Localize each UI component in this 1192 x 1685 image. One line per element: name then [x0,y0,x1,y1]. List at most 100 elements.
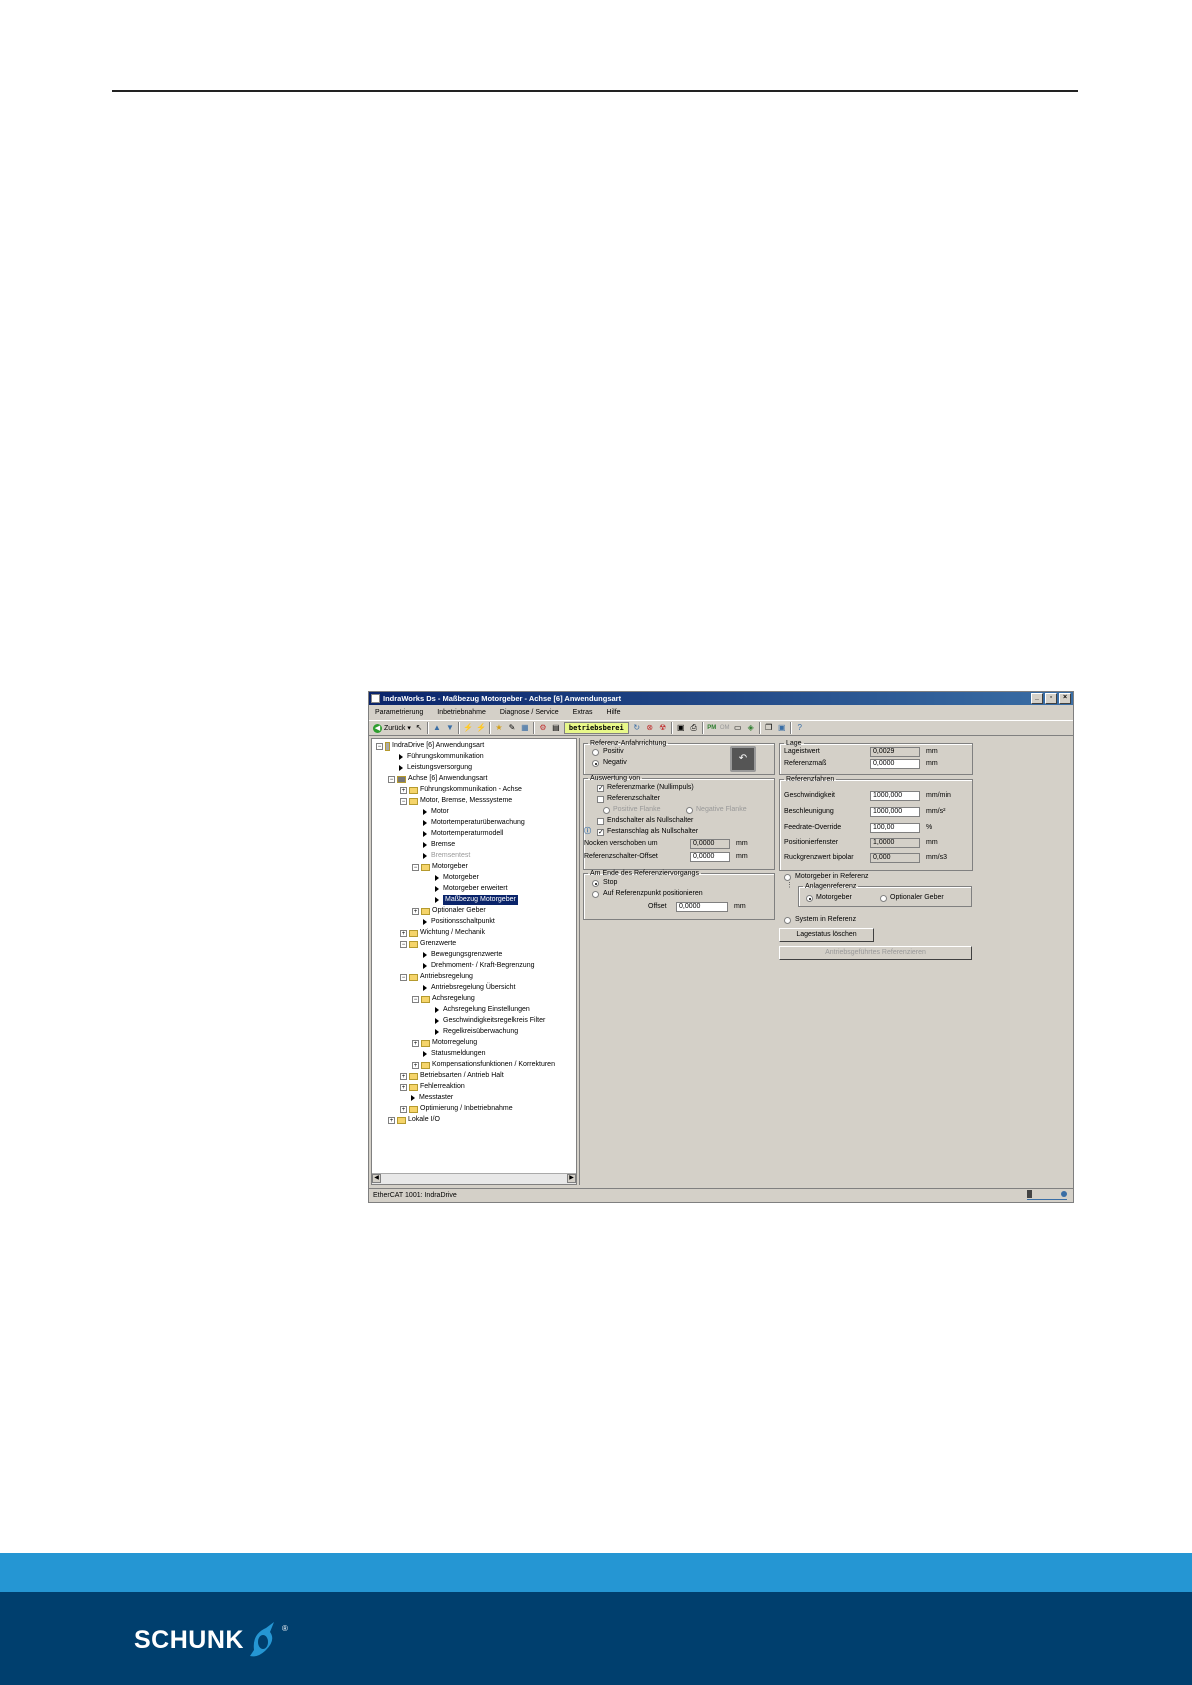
tools-icon[interactable]: ✎ [507,723,517,733]
tree-item[interactable]: Motorgeber [424,873,479,883]
tree-item[interactable]: Positionsschaltpunkt [412,917,495,927]
tree-item[interactable]: Geschwindigkeitsregelkreis Filter [424,1016,545,1026]
collapse-icon[interactable]: − [412,863,419,871]
expand-icon[interactable]: + [400,1105,407,1113]
collapse-icon[interactable]: − [400,973,407,981]
tree-item[interactable]: + Fehlerreaktion [400,1082,465,1092]
offline-icon[interactable]: ⚡ [476,723,486,733]
tree-item[interactable]: − Achsregelung [412,994,475,1004]
expand-icon[interactable]: + [412,1061,419,1069]
tree-item[interactable]: Achsregelung Einstellungen [424,1005,530,1015]
switch-offset-field[interactable]: 0,0000 [690,852,730,862]
tree-item[interactable]: Bewegungsgrenzwerte [412,950,502,960]
collapse-icon[interactable]: − [412,995,419,1003]
negative-radio[interactable] [592,760,599,767]
stop-radio[interactable] [592,880,599,887]
override-field[interactable]: 100,00 [870,823,920,833]
positive-edge-radio[interactable] [603,807,610,814]
expand-icon[interactable]: + [400,786,407,794]
upload-icon[interactable]: ▲ [432,723,442,733]
negative-edge-radio[interactable] [686,807,693,814]
ref-switch-checkbox[interactable] [597,796,604,803]
expand-icon[interactable]: + [412,1039,419,1047]
tree-horizontal-scrollbar[interactable]: ◀ ▶ [372,1173,576,1184]
expand-icon[interactable]: + [388,1116,395,1124]
project-tree[interactable]: − IndraDrive [6] Anwendungsart Führungskom… [371,738,577,1185]
tree-item[interactable]: − IndraDrive [6] Anwendungsart [376,741,484,751]
collapse-icon[interactable]: − [400,797,407,805]
optional-encoder-radio[interactable] [880,895,887,902]
offset-field[interactable]: 0,0000 [676,902,728,912]
menu-extras[interactable]: Extras [573,709,593,716]
settings-icon[interactable]: ⚙ [538,723,548,733]
tree-item[interactable]: Führungskommunikation [388,752,484,762]
alarm-icon[interactable]: ☢ [658,723,668,733]
tree-item[interactable]: − Achse [6] Anwendungsart [388,774,487,784]
expand-icon[interactable]: + [400,1083,407,1091]
go-to-point-radio[interactable] [592,891,599,898]
tree-item[interactable]: + Wichtung / Mechanik [400,928,485,938]
reference-direction-icon[interactable]: ↶ [730,746,756,772]
collapse-icon[interactable]: − [388,775,395,783]
tree-item[interactable]: Motorgeber erweitert [424,884,508,894]
end-switch-checkbox[interactable] [597,818,604,825]
menu-inbetriebnahme[interactable]: Inbetriebnahme [437,709,486,716]
fixed-stop-checkbox[interactable]: ✓ [597,829,604,836]
tree-item[interactable]: + Lokale I/O [388,1115,440,1125]
table-icon[interactable]: ▦ [520,723,530,733]
menu-diagnose-service[interactable]: Diagnose / Service [500,709,559,716]
tree-item[interactable]: Messtaster [400,1093,453,1103]
expand-icon[interactable]: + [400,1072,407,1080]
bb-icon[interactable]: ▭ [733,723,743,733]
ref-mark-checkbox[interactable]: ✓ [597,785,604,792]
scroll-right-icon[interactable]: ▶ [567,1174,576,1183]
tree-item[interactable]: Bremse [412,840,455,850]
ref-dimension-field[interactable]: 0,0000 [870,759,920,769]
tree-item[interactable]: Leistungsversorgung [388,763,472,773]
tree-item[interactable]: − Antriebsregelung [400,972,473,982]
collapse-icon[interactable]: − [376,742,383,750]
tree-item[interactable]: Drehmoment- / Kraft-Begrenzung [412,961,535,971]
stop-icon[interactable]: ⊗ [645,723,655,733]
expand-icon[interactable]: + [400,929,407,937]
tree-item[interactable]: + Optionaler Geber [412,906,486,916]
tree-item[interactable]: + Betriebsarten / Antrieb Halt [400,1071,504,1081]
positive-radio[interactable] [592,749,599,756]
om-mode-button[interactable]: OM [720,723,730,733]
tree-item[interactable]: Regelkreisüberwachung [424,1027,518,1037]
drive-controlled-homing-button[interactable]: Antriebsgeführtes Referenzieren [779,946,972,960]
tree-item[interactable]: + Optimierung / Inbetriebnahme [400,1104,513,1114]
download-icon[interactable]: ▼ [445,723,455,733]
expand-icon[interactable]: + [412,907,419,915]
scroll-left-icon[interactable]: ◀ [372,1174,381,1183]
accel-field[interactable]: 1000,000 [870,807,920,817]
collapse-icon[interactable]: − [400,940,407,948]
minimize-button[interactable]: _ [1031,693,1043,704]
tree-item[interactable]: − Grenzwerte [400,939,456,949]
copy-icon[interactable]: ❐ [764,723,774,733]
tree-item[interactable]: + Motorregelung [412,1038,477,1048]
maximize-button[interactable]: ▫ [1045,693,1057,704]
save-icon[interactable]: ▣ [777,723,787,733]
tree-item[interactable]: Statusmeldungen [412,1049,485,1059]
tree-item[interactable]: + Führungskommunikation - Achse [400,785,522,795]
menu-parametrierung[interactable]: Parametrierung [375,709,423,716]
online-icon[interactable]: ⚡ [463,723,473,733]
menu-hilfe[interactable]: Hilfe [607,709,621,716]
motor-encoder-radio[interactable] [806,895,813,902]
tree-item[interactable]: + Kompensationsfunktionen / Korrekturen [412,1060,555,1070]
star-icon[interactable]: ★ [494,723,504,733]
refresh-icon[interactable]: ↻ [632,723,642,733]
chart-icon[interactable]: ▤ [551,723,561,733]
tree-item[interactable]: − Motor, Bremse, Messsysteme [400,796,512,806]
drive-icon[interactable]: ◈ [746,723,756,733]
help-icon[interactable]: ? [795,723,805,733]
tree-item[interactable]: Motor [412,807,449,817]
chevron-down-icon[interactable]: ▾ [407,724,411,732]
clear-position-status-button[interactable]: Lagestatus löschen [779,928,874,942]
pm-mode-button[interactable]: PM [707,723,717,733]
tree-item[interactable]: Motortemperaturmodell [412,829,503,839]
print-icon[interactable]: ⎙ [689,723,699,733]
image-icon[interactable]: ▣ [676,723,686,733]
close-button[interactable]: × [1059,693,1071,704]
